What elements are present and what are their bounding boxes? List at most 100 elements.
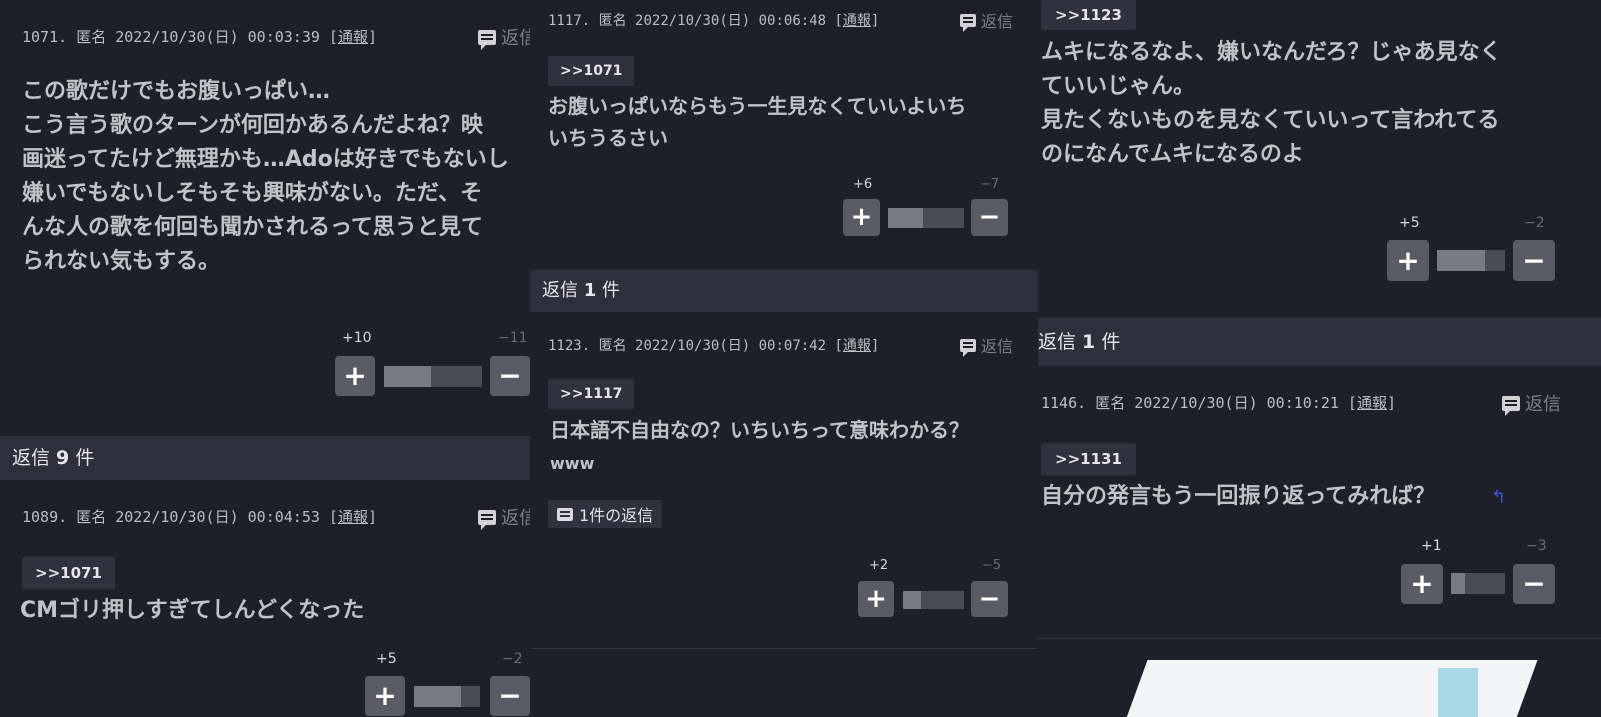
upvote-button[interactable]: + — [843, 199, 880, 236]
poster-name: 匿名 — [76, 28, 107, 46]
plus-icon: + — [373, 679, 397, 712]
anchor-link[interactable]: >>1071 — [548, 56, 635, 86]
report-link[interactable]: 通報 — [338, 508, 368, 526]
replies-header[interactable]: 返信 9 件 — [0, 436, 530, 480]
downvote-count: −11 — [498, 330, 528, 346]
replies-header[interactable]: 返信 1 件 — [1038, 318, 1601, 366]
reply-button[interactable]: 返信 — [478, 24, 530, 50]
plus-icon: + — [865, 584, 887, 614]
post-body-line: 見たくないものを見なくていいって言われてる — [1041, 108, 1500, 133]
bracket-open: [ — [834, 338, 843, 354]
bracket-close: ] — [1386, 394, 1396, 412]
comment-icon — [478, 509, 496, 530]
reply-button[interactable]: 返信 — [960, 333, 1013, 357]
replies-header-label: 返信 — [542, 280, 584, 301]
report-link[interactable]: 通報 — [843, 338, 871, 354]
poster-name: 匿名 — [598, 13, 627, 29]
vote-ratio-fill — [903, 591, 921, 609]
downvote-button[interactable]: − — [490, 676, 530, 716]
upvote-button[interactable]: + — [1387, 240, 1429, 281]
reply-button[interactable]: 返信 — [960, 8, 1013, 32]
replies-count-chip[interactable]: 1件の返信 — [548, 500, 663, 528]
bracket-close: ] — [870, 338, 880, 354]
bracket-open: [ — [1347, 394, 1357, 412]
downvote-button[interactable]: − — [1513, 240, 1555, 281]
post-body-line: こう言う歌のターンが何回かあるんだよね？映 — [22, 113, 483, 138]
downvote-count: −3 — [1526, 538, 1547, 554]
replies-header[interactable]: 返信 1 件 — [530, 270, 1038, 312]
mouse-cursor-icon: ↰ — [1491, 487, 1507, 508]
post-meta: 1117. 匿名 2022/10/30(日) 00:06:48 [通報] — [548, 10, 879, 30]
report-link[interactable]: 通報 — [843, 13, 871, 29]
poster-name: 匿名 — [598, 338, 627, 354]
ad-thumbnail-edge — [1438, 668, 1478, 717]
minus-icon: − — [978, 202, 1001, 232]
post-body: 自分の発言もう一回振り返ってみれば？ — [1041, 480, 1601, 514]
replies-header-label: 返信 — [1038, 331, 1083, 353]
minus-icon: − — [1522, 567, 1546, 600]
bracket-close: ] — [367, 28, 377, 46]
minus-icon: − — [978, 584, 1001, 614]
upvote-count: +10 — [342, 330, 372, 346]
downvote-button[interactable]: − — [971, 199, 1008, 236]
minus-icon: − — [498, 359, 522, 392]
reply-label: 返信 — [501, 508, 530, 529]
anchor-link[interactable]: >>1123 — [1041, 0, 1136, 30]
post-body: CMゴリ押しすぎてしんどくなった — [20, 594, 520, 628]
bracket-close: ] — [870, 13, 880, 29]
downvote-button[interactable]: − — [971, 581, 1008, 617]
bracket-close: ] — [367, 508, 377, 526]
replies-header-unit: 件 — [69, 447, 95, 469]
downvote-count: −5 — [982, 558, 1002, 573]
reply-label: 返信 — [981, 12, 1014, 31]
upvote-button[interactable]: + — [365, 676, 405, 716]
post-number: 1123. — [548, 338, 591, 354]
thread-column-left: 1071. 匿名 2022/10/30(日) 00:03:39 [通報] 返信 … — [0, 0, 530, 717]
report-link[interactable]: 通報 — [1357, 394, 1387, 412]
vote-ratio-fill — [1437, 250, 1486, 271]
downvote-button[interactable]: − — [490, 356, 530, 396]
reply-button[interactable]: 返信 — [478, 504, 530, 530]
reply-label: 返信 — [981, 337, 1014, 356]
post-body-line: 嫌いでもないしそもそも興味がない。ただ、そ — [22, 181, 483, 206]
downvote-count: −2 — [502, 651, 523, 667]
post-meta: 1123. 匿名 2022/10/30(日) 00:07:42 [通報] — [548, 335, 879, 355]
poster-name: 匿名 — [1095, 394, 1126, 412]
post-body-line: ムキになるなよ、嫌いなんだろ？じゃあ見なく — [1041, 40, 1502, 65]
plus-icon: + — [1410, 567, 1434, 600]
upvote-count: +5 — [1399, 215, 1420, 231]
comment-icon — [1502, 395, 1520, 416]
thread-column-middle: 1117. 匿名 2022/10/30(日) 00:06:48 [通報] 返信 … — [530, 0, 1038, 717]
vote-ratio-fill — [1451, 573, 1465, 594]
vote-ratio-fill — [384, 366, 432, 387]
thread-column-right: >>1123 ムキになるなよ、嫌いなんだろ？じゃあ見なく ていいじゃん。 見たく… — [1038, 0, 1601, 717]
report-link[interactable]: 通報 — [338, 28, 368, 46]
post-meta: 1071. 匿名 2022/10/30(日) 00:03:39 [通報] — [22, 26, 377, 47]
post-datetime: 2022/10/30(日) 00:06:48 — [635, 13, 827, 29]
post-body-line: CMゴリ押しすぎてしんどくなった — [20, 598, 365, 623]
post-body: お腹いっぱいならもう一生見なくていいよいち いちうるさい — [548, 90, 1028, 154]
comment-icon — [960, 338, 976, 357]
post-body: 日本語不自由なの？いちいちって意味わかる？ www — [550, 413, 1030, 481]
post-body-line: 画迷ってたけど無理かも…Adoは好きでもないし — [22, 147, 509, 172]
vote-ratio-bar — [888, 208, 964, 228]
bracket-open: [ — [328, 28, 338, 46]
post-body-line: お腹いっぱいならもう一生見なくていいよいち — [548, 94, 967, 118]
upvote-button[interactable]: + — [858, 581, 894, 617]
anchor-link[interactable]: >>1117 — [548, 379, 635, 409]
upvote-count: +1 — [1421, 538, 1442, 554]
replies-count: 1 — [583, 280, 597, 301]
reply-button[interactable]: 返信 — [1502, 390, 1561, 416]
vote-ratio-bar — [1437, 250, 1505, 271]
anchor-link[interactable]: >>1071 — [22, 557, 115, 589]
minus-icon: − — [498, 679, 522, 712]
comment-icon — [960, 13, 976, 32]
upvote-button[interactable]: + — [1401, 564, 1443, 604]
anchor-link[interactable]: >>1131 — [1041, 443, 1136, 475]
downvote-button[interactable]: − — [1513, 564, 1555, 604]
vote-ratio-bar — [414, 686, 480, 707]
post-divider — [1038, 638, 1601, 639]
replies-count-label: 1件の返信 — [579, 506, 654, 525]
downvote-count: −7 — [980, 177, 1000, 192]
upvote-button[interactable]: + — [335, 356, 375, 396]
